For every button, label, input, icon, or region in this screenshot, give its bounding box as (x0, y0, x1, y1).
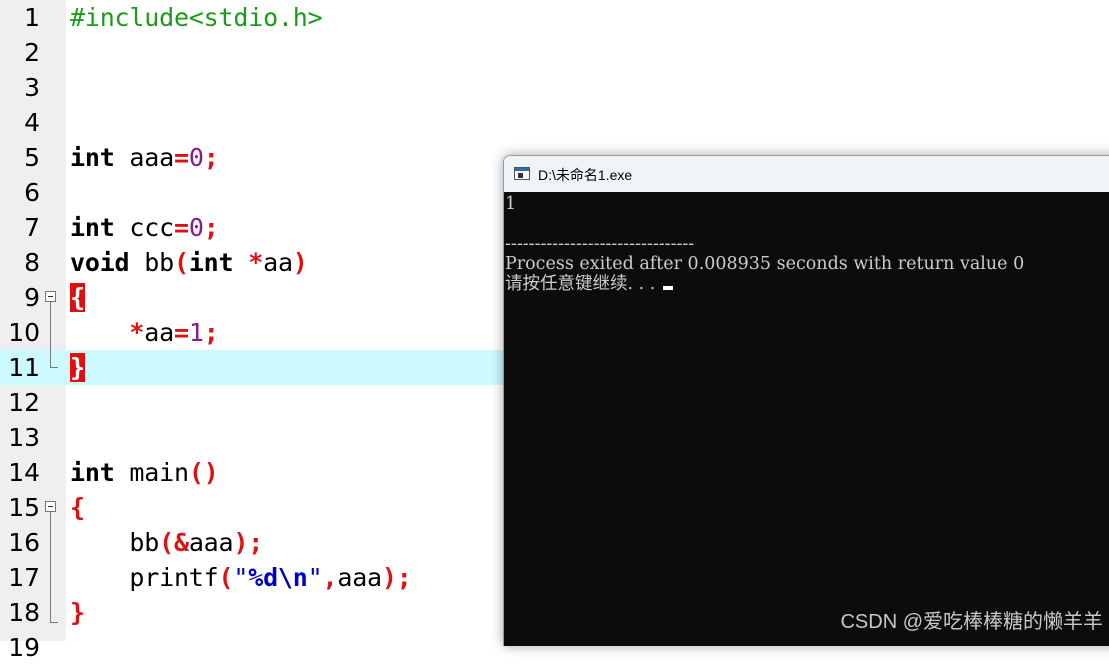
line-number: 2 (24, 38, 40, 67)
line-number: 12 (8, 388, 40, 417)
line-number: 1 (24, 3, 40, 32)
fold-guide-end (50, 622, 58, 623)
code-line[interactable]: 3 (0, 70, 1109, 105)
console-window-icon (514, 167, 530, 180)
code-text: } (70, 350, 85, 385)
line-number: 19 (8, 633, 40, 662)
line-number: 6 (24, 178, 40, 207)
line-number: 7 (24, 213, 40, 242)
fold-collapse-icon[interactable] (45, 291, 56, 302)
code-text: int aaa=0; (70, 143, 219, 172)
code-text: *aa=1; (129, 318, 219, 347)
console-window[interactable]: D:\未命名1.exe 1 --------------------------… (503, 155, 1109, 646)
code-text: #include<stdio.h> (70, 3, 323, 32)
code-text: int main() (70, 458, 219, 487)
code-line[interactable]: 1 #include<stdio.h> (0, 0, 1109, 35)
code-text: void bb(int *aa) (70, 248, 308, 277)
line-number: 9 (24, 283, 40, 312)
output-line: Process exited after 0.008935 seconds wi… (505, 254, 1025, 274)
line-number: 3 (24, 73, 40, 102)
output-line: 请按任意键继续. . . (505, 274, 674, 294)
code-text: bb(&aaa); (129, 528, 264, 557)
text-cursor (663, 286, 674, 290)
line-number: 11 (8, 353, 40, 382)
terminal-output[interactable]: 1 -------------------------------- Proce… (504, 192, 1109, 646)
line-number: 8 (24, 248, 40, 277)
code-text: { (70, 493, 85, 522)
line-number: 15 (8, 493, 40, 522)
code-text: printf("%d\n",aaa); (129, 563, 412, 592)
window-titlebar[interactable]: D:\未命名1.exe (504, 156, 1109, 192)
line-number: 18 (8, 598, 40, 627)
line-number: 10 (8, 318, 40, 347)
prompt-text: 请按任意键继续. . . (505, 274, 656, 294)
line-number: 16 (8, 528, 40, 557)
line-number: 17 (8, 563, 40, 592)
line-number: 13 (8, 423, 40, 452)
code-text: } (70, 598, 85, 627)
watermark: CSDN @爱吃棒棒糖的懒羊羊 (840, 611, 1103, 633)
line-number: 5 (24, 143, 40, 172)
fold-guide (50, 512, 51, 622)
output-line: -------------------------------- (505, 234, 695, 254)
fold-guide (50, 302, 51, 367)
code-text: int ccc=0; (70, 213, 219, 242)
window-title: D:\未命名1.exe (538, 167, 633, 183)
line-number: 14 (8, 458, 40, 487)
code-line[interactable]: 2 (0, 35, 1109, 70)
output-line: 1 (505, 194, 517, 214)
matched-brace: { (70, 283, 85, 312)
fold-collapse-icon[interactable] (45, 501, 56, 512)
matched-brace: } (70, 353, 85, 382)
code-line[interactable]: 4 (0, 105, 1109, 140)
fold-guide-end (50, 367, 58, 368)
code-text: { (70, 280, 85, 315)
line-number: 4 (24, 108, 40, 137)
